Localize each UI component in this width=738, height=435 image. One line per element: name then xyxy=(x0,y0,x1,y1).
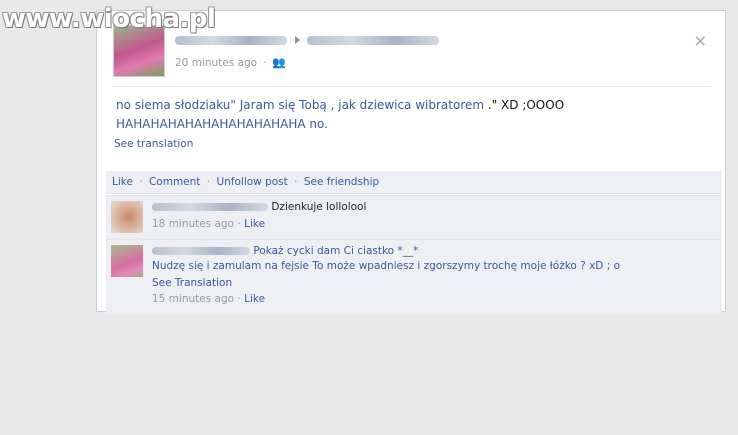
action-separator: · xyxy=(206,176,211,188)
commenter-name-blurred[interactable] xyxy=(152,203,268,211)
comment-meta: 15 minutes ago · Like xyxy=(152,293,265,305)
comment-text: Pokaż cycki dam Ci ciastko *__* xyxy=(253,245,419,257)
post-timestamp[interactable]: 20 minutes ago xyxy=(175,57,257,69)
comment-line: Pokaż cycki dam Ci ciastko *__* xyxy=(152,245,418,257)
post-meta: 20 minutes ago · 👥 xyxy=(175,56,286,69)
comment-timestamp[interactable]: 15 minutes ago xyxy=(152,293,234,305)
see-friendship-link[interactable]: See friendship xyxy=(304,176,379,188)
post-text-part1: no siema słodziaku" Jaram się Tobą , jak… xyxy=(116,98,485,112)
action-separator: · xyxy=(139,176,143,188)
comment-text-line2: Nudzę się i zamulam na fejsie To może wp… xyxy=(152,260,621,272)
watermark-brand: wiocha xyxy=(80,4,180,34)
comment-text: Dzienkuje lollolool xyxy=(271,201,367,213)
unfollow-post-link[interactable]: Unfollow post xyxy=(216,176,287,188)
commenter-avatar[interactable] xyxy=(111,201,143,233)
comment-meta: 18 minutes ago · Like xyxy=(152,218,265,230)
comment-link[interactable]: Comment xyxy=(149,176,200,188)
post-message: no siema słodziaku" Jaram się Tobą , jak… xyxy=(116,96,676,134)
post-text-line2: HAHAHAHAHAHAHAHAHAHAHA no. xyxy=(116,117,328,131)
post-actions-bar: Like · Comment · Unfollow post · See fri… xyxy=(106,171,722,194)
meta-separator: · xyxy=(263,57,267,69)
comment-item: Pokaż cycki dam Ci ciastko *__* Nudzę si… xyxy=(106,239,722,314)
post-header-names xyxy=(175,33,439,47)
close-icon[interactable]: × xyxy=(694,31,707,50)
header-divider xyxy=(112,86,710,87)
friends-icon[interactable]: 👥 xyxy=(272,56,286,69)
comment-like-link[interactable]: Like xyxy=(244,293,265,305)
comment-like-link[interactable]: Like xyxy=(244,218,265,230)
arrow-right-icon xyxy=(294,36,300,44)
comment-line: Dzienkuje lollolool xyxy=(152,201,366,213)
comment-timestamp[interactable]: 18 minutes ago xyxy=(152,218,234,230)
post-card: 20 minutes ago · 👥 × no siema słodziaku" J… xyxy=(96,10,726,314)
post-text-part2: ." XD ;OOOO xyxy=(484,98,565,112)
comment-item: Dzienkuje lollolool 18 minutes ago · Lik… xyxy=(106,195,722,239)
like-link[interactable]: Like xyxy=(112,176,133,188)
recipient-name-blurred[interactable] xyxy=(307,35,439,45)
watermark-tld: .pl xyxy=(179,4,216,34)
commenter-avatar[interactable] xyxy=(111,245,143,277)
action-separator: · xyxy=(294,176,298,188)
watermark-prefix: www. xyxy=(2,4,81,34)
site-watermark: www.wiocha.pl xyxy=(2,4,216,34)
see-translation-link[interactable]: See translation xyxy=(114,138,193,150)
comment-see-translation-link[interactable]: See Translation xyxy=(152,277,232,289)
commenter-name-blurred[interactable] xyxy=(152,247,250,255)
comment-meta-separator: · xyxy=(237,293,241,305)
author-name-blurred[interactable] xyxy=(175,35,287,45)
comment-meta-separator: · xyxy=(237,218,241,230)
